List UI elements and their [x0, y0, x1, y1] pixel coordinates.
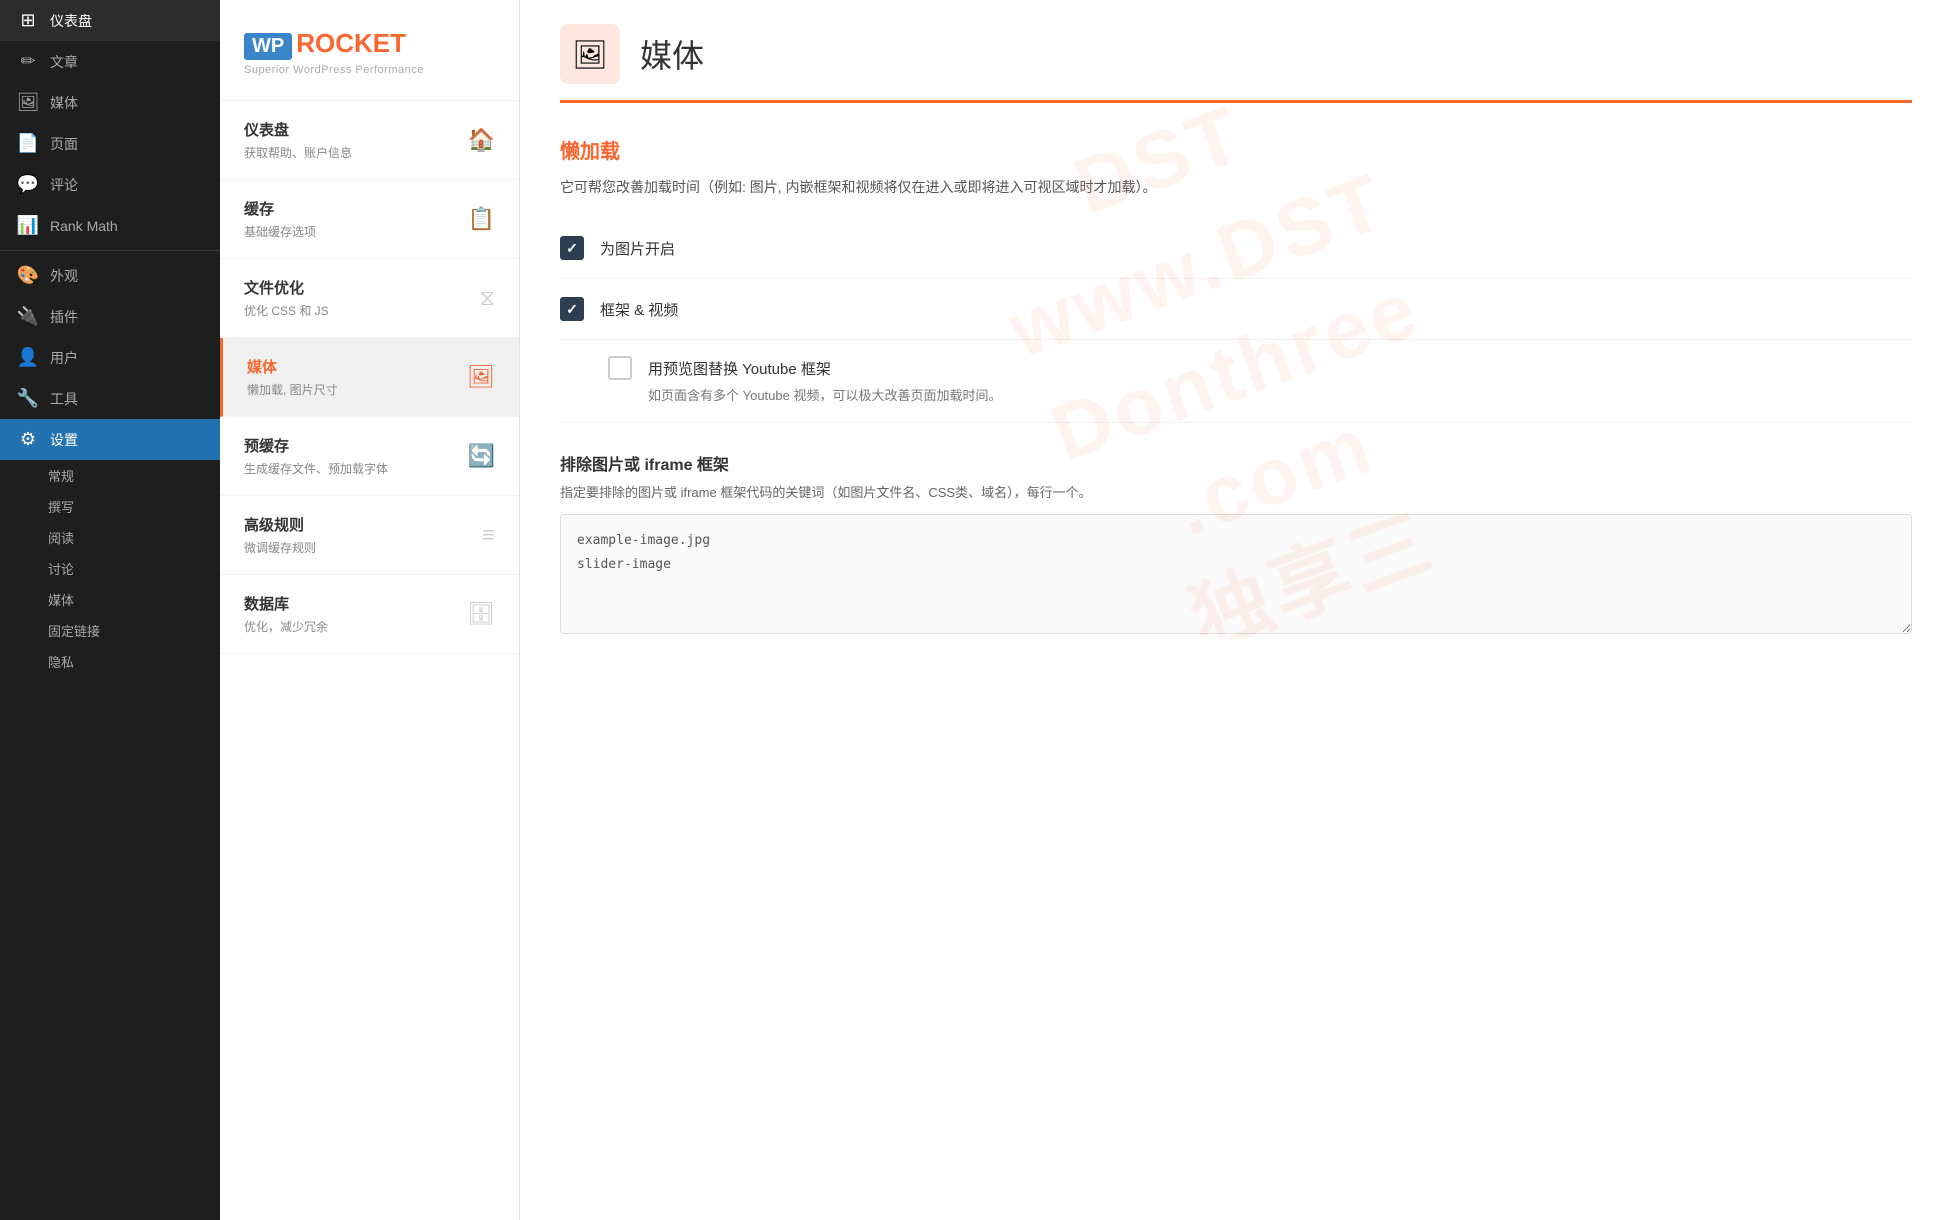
tools-icon: 🔧 — [16, 388, 40, 409]
submenu-permalink[interactable]: 固定链接 — [48, 615, 220, 646]
menu-title-database: 数据库 — [244, 593, 328, 614]
posts-icon: ✏ — [16, 51, 40, 72]
media-menu-icon: 🖼 — [467, 364, 495, 390]
sidebar-item-appearance[interactable]: 🎨 外观 — [0, 255, 220, 296]
exclude-title: 排除图片或 iframe 框架 — [560, 451, 1912, 475]
menu-subtitle-advanced-rules: 微调缓存规则 — [244, 539, 316, 556]
cache-menu-icon: 📋 — [468, 206, 495, 232]
sidebar-item-tools[interactable]: 🔧 工具 — [0, 378, 220, 419]
sidebar-item-label: 设置 — [50, 430, 78, 450]
menu-subtitle-file-optimize: 优化 CSS 和 JS — [244, 302, 329, 319]
database-menu-icon: 🗄 — [467, 601, 495, 627]
plugin-sidebar: WP ROCKET Superior WordPress Performance… — [220, 0, 520, 1220]
menu-subtitle-database: 优化，减少冗余 — [244, 618, 328, 635]
sidebar-item-settings[interactable]: ⚙ 设置 — [0, 419, 220, 460]
images-option-label: 为图片开启 — [600, 238, 675, 259]
iframes-option-label: 框架 & 视频 — [600, 299, 678, 320]
plugin-tagline: Superior WordPress Performance — [244, 64, 495, 76]
page-icon: 🖼 — [560, 24, 620, 84]
menu-subtitle-cache: 基础缓存选项 — [244, 223, 316, 240]
sidebar-item-label: 文章 — [50, 52, 78, 72]
sidebar-item-label: 工具 — [50, 389, 78, 409]
media-icon: 🖼 — [16, 92, 40, 113]
youtube-option-desc: 如页面含有多个 Youtube 视频，可以极大改善页面加载时间。 — [608, 386, 1912, 406]
menu-subtitle-preload: 生成缓存文件、预加载字体 — [244, 460, 388, 477]
plugin-menu-media[interactable]: 媒体 懒加载, 图片尺寸 🖼 — [220, 338, 519, 417]
menu-subtitle-media: 懒加载, 图片尺寸 — [247, 381, 338, 398]
settings-submenu: 常规 撰写 阅读 讨论 媒体 固定链接 隐私 — [0, 460, 220, 677]
rankmath-icon: 📊 — [16, 215, 40, 236]
dashboard-icon: ⊞ — [16, 10, 40, 31]
images-option-row: 为图片开启 — [560, 218, 1912, 279]
menu-title-advanced-rules: 高级规则 — [244, 514, 316, 535]
plugin-menu-database[interactable]: 数据库 优化，减少冗余 🗄 — [220, 575, 519, 654]
menu-title-file-optimize: 文件优化 — [244, 277, 329, 298]
pages-icon: 📄 — [16, 133, 40, 154]
sidebar-item-users[interactable]: 👤 用户 — [0, 337, 220, 378]
menu-title-media: 媒体 — [247, 356, 338, 377]
plugins-icon: 🔌 — [16, 306, 40, 327]
exclude-desc: 指定要排除的图片或 iframe 框架代码的关键词（如图片文件名、CSS类、域名… — [560, 483, 1912, 503]
comments-icon: 💬 — [16, 174, 40, 195]
appearance-icon: 🎨 — [16, 265, 40, 286]
sidebar-divider — [0, 250, 220, 251]
submenu-reading[interactable]: 阅读 — [48, 522, 220, 553]
plugin-menu-preload[interactable]: 预缓存 生成缓存文件、预加载字体 🔄 — [220, 417, 519, 496]
preload-menu-icon: 🔄 — [468, 443, 495, 469]
plugin-menu-cache[interactable]: 缓存 基础缓存选项 📋 — [220, 180, 519, 259]
menu-subtitle-dashboard: 获取帮助、账户信息 — [244, 144, 352, 161]
submenu-privacy[interactable]: 隐私 — [48, 646, 220, 677]
iframes-option-row: 框架 & 视频 — [560, 279, 1912, 340]
sidebar-item-label: 媒体 — [50, 93, 78, 113]
plugin-menu-advanced-rules[interactable]: 高级规则 微调缓存规则 ≡ — [220, 496, 519, 575]
plugin-menu-dashboard[interactable]: 仪表盘 获取帮助、账户信息 🏠 — [220, 101, 519, 180]
youtube-sub-option: 用预览图替换 Youtube 框架 如页面含有多个 Youtube 视频，可以极… — [560, 340, 1912, 423]
main-content: 🖼 媒体 DST www.DST Donthree .com 独享三 懒加载 它… — [520, 0, 1952, 1220]
sidebar-item-posts[interactable]: ✏ 文章 — [0, 41, 220, 82]
dashboard-menu-icon: 🏠 — [468, 127, 495, 153]
submenu-media[interactable]: 媒体 — [48, 584, 220, 615]
iframes-checkbox[interactable] — [560, 297, 584, 321]
exclude-section: 排除图片或 iframe 框架 指定要排除的图片或 iframe 框架代码的关键… — [560, 451, 1912, 640]
menu-title-dashboard: 仪表盘 — [244, 119, 352, 140]
sidebar-item-comments[interactable]: 💬 评论 — [0, 164, 220, 205]
file-optimize-menu-icon: ⧖ — [480, 285, 495, 311]
submenu-writing[interactable]: 撰写 — [48, 491, 220, 522]
sidebar-item-dashboard[interactable]: ⊞ 仪表盘 — [0, 0, 220, 41]
images-checkbox[interactable] — [560, 236, 584, 260]
lazy-load-section-title: 懒加载 — [560, 135, 1912, 164]
sidebar-item-label: 评论 — [50, 175, 78, 195]
sidebar-item-plugins[interactable]: 🔌 插件 — [0, 296, 220, 337]
content-inner: 🖼 媒体 DST www.DST Donthree .com 独享三 懒加载 它… — [520, 0, 1952, 1220]
sidebar-item-label: 插件 — [50, 307, 78, 327]
wp-admin-sidebar: ⊞ 仪表盘 ✏ 文章 🖼 媒体 📄 页面 💬 评论 📊 Rank Math 🎨 … — [0, 0, 220, 1220]
sidebar-item-label: 页面 — [50, 134, 78, 154]
content-area: DST www.DST Donthree .com 独享三 懒加载 它可帮您改善… — [560, 103, 1912, 639]
settings-icon: ⚙ — [16, 429, 40, 450]
submenu-general[interactable]: 常规 — [48, 460, 220, 491]
youtube-checkbox[interactable] — [608, 356, 632, 380]
plugin-menu-file-optimize[interactable]: 文件优化 优化 CSS 和 JS ⧖ — [220, 259, 519, 338]
sidebar-item-media[interactable]: 🖼 媒体 — [0, 82, 220, 123]
sidebar-item-label: Rank Math — [50, 218, 118, 234]
lazy-load-description: 它可帮您改善加载时间（例如: 图片, 内嵌框架和视频将仅在进入或即将进入可视区域… — [560, 176, 1912, 198]
menu-title-cache: 缓存 — [244, 198, 316, 219]
menu-title-preload: 预缓存 — [244, 435, 388, 456]
advanced-rules-menu-icon: ≡ — [482, 522, 495, 548]
sidebar-item-rankmath[interactable]: 📊 Rank Math — [0, 205, 220, 246]
sidebar-item-pages[interactable]: 📄 页面 — [0, 123, 220, 164]
rocket-logo-text: ROCKET — [296, 28, 406, 59]
sidebar-item-label: 外观 — [50, 266, 78, 286]
page-title: 媒体 — [640, 31, 704, 77]
page-header: 🖼 媒体 — [560, 0, 1912, 103]
page-icon-symbol: 🖼 — [572, 38, 608, 71]
plugin-logo: WP ROCKET Superior WordPress Performance — [220, 0, 519, 101]
exclude-textarea[interactable]: example-image.jpg slider-image — [560, 514, 1912, 634]
wp-logo-badge: WP — [244, 33, 292, 60]
users-icon: 👤 — [16, 347, 40, 368]
submenu-discussion[interactable]: 讨论 — [48, 553, 220, 584]
sidebar-item-label: 用户 — [50, 348, 78, 368]
youtube-option-label: 用预览图替换 Youtube 框架 — [648, 358, 831, 379]
sidebar-item-label: 仪表盘 — [50, 11, 92, 31]
